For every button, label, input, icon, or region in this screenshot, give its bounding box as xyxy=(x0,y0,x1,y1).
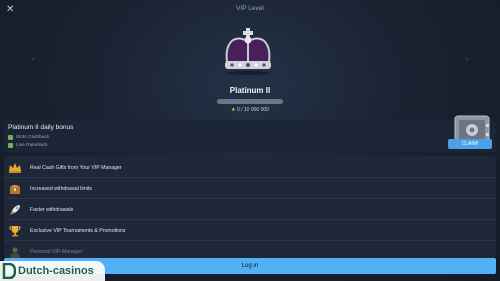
cashback-icon xyxy=(8,135,13,140)
trophy-icon xyxy=(8,224,22,238)
manager-icon xyxy=(8,245,22,259)
benefit-label: Increased withdrawal limits xyxy=(30,185,92,192)
rocket-icon xyxy=(8,203,22,217)
benefit-label: Personal VIP-Manager xyxy=(30,249,83,255)
level-progress-bar xyxy=(217,99,283,104)
page-title: VIP Level xyxy=(236,5,264,12)
daily-bonus-card: Platinum II daily bonus Slots Cashback L… xyxy=(4,115,496,152)
crown-gift-icon xyxy=(8,161,22,175)
rakeback-icon xyxy=(8,143,13,148)
next-level-arrow[interactable]: › xyxy=(466,56,468,63)
watermark-text: Dutch-casinos xyxy=(18,265,94,277)
benefit-label: Real Cash Gifts from Your VIP Manager xyxy=(30,164,122,171)
treasure-chest-icon xyxy=(8,182,22,196)
vip-benefits-list: Real Cash Gifts from Your VIP Manager In… xyxy=(4,156,496,259)
benefit-label: Exclusive VIP Tournaments & Promotions xyxy=(30,227,126,234)
daily-bonus-title: Platinum II daily bonus xyxy=(8,124,74,131)
bonus-item-label: Slots Cashback xyxy=(16,135,50,140)
top-bar: ✕ VIP Level xyxy=(0,0,500,20)
points-text: 0 / 10 000 000 xyxy=(236,107,269,113)
benefit-item: Exclusive VIP Tournaments & Promotions xyxy=(4,221,496,241)
benefit-label: Faster withdrawals xyxy=(30,206,74,213)
level-name: Platinum II xyxy=(229,86,271,95)
claim-button[interactable]: CLAIM! xyxy=(448,139,492,149)
benefit-item: Real Cash Gifts from Your VIP Manager xyxy=(4,158,496,178)
bonus-item-live-rakeback: Live Rakeback xyxy=(8,143,47,148)
bonus-item-slots-cashback: Slots Cashback xyxy=(8,135,49,140)
benefit-item: Personal VIP-Manager xyxy=(4,242,496,259)
watermark-logo-icon xyxy=(2,263,16,279)
prev-level-arrow[interactable]: ‹ xyxy=(32,56,34,63)
star-icon: ★ xyxy=(231,107,236,113)
watermark: Dutch-casinos xyxy=(0,261,105,281)
benefit-item: Faster withdrawals xyxy=(4,200,496,220)
crown-icon xyxy=(225,28,271,75)
bonus-item-label: Live Rakeback xyxy=(16,143,48,148)
level-points: ★ 0 / 10 000 000 xyxy=(0,107,500,113)
benefit-item: Increased withdrawal limits xyxy=(4,179,496,199)
